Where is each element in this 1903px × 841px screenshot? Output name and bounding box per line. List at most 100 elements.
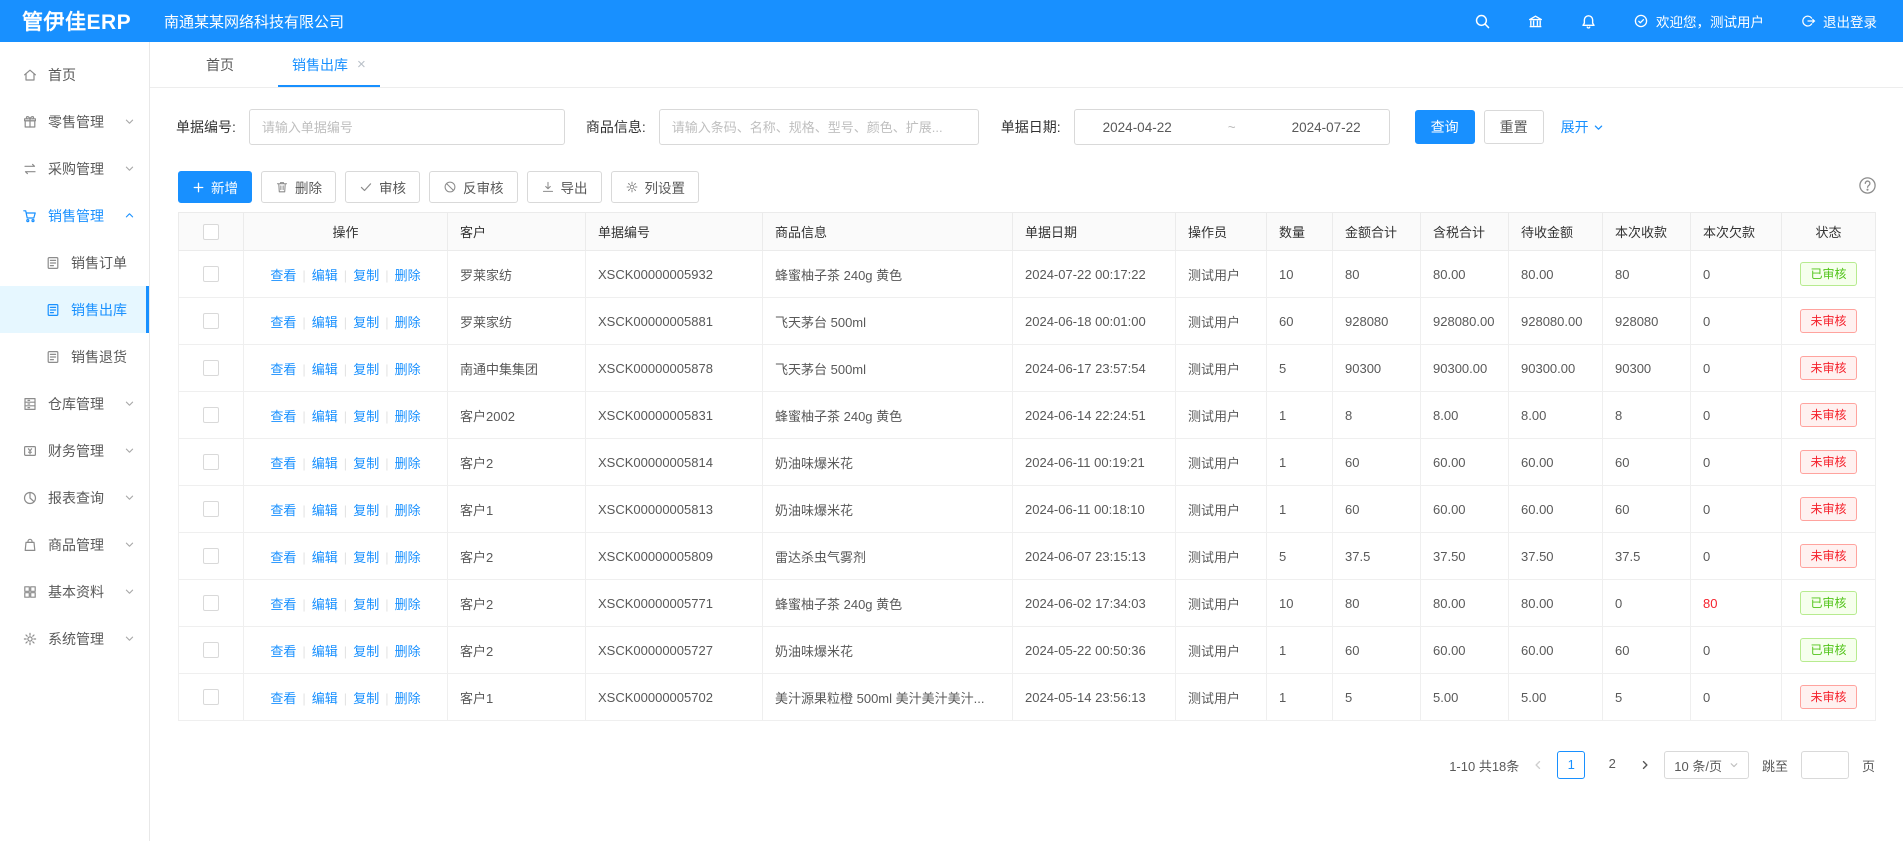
page-size-select[interactable]: 10 条/页: [1664, 751, 1749, 779]
action-view-link[interactable]: 查看: [270, 315, 296, 330]
action-delete-link[interactable]: 删除: [395, 644, 421, 659]
date-range-input[interactable]: 2024-04-22 ~ 2024-07-22: [1074, 109, 1390, 145]
action-delete-link[interactable]: 删除: [395, 456, 421, 471]
reset-button[interactable]: 重置: [1484, 110, 1544, 144]
action-copy-link[interactable]: 复制: [353, 268, 379, 283]
page-button-1[interactable]: 1: [1557, 751, 1585, 779]
jump-page-input[interactable]: [1801, 751, 1849, 779]
row-checkbox[interactable]: [203, 595, 219, 611]
action-view-link[interactable]: 查看: [270, 362, 296, 377]
row-checkbox[interactable]: [203, 266, 219, 282]
row-checkbox[interactable]: [203, 407, 219, 423]
next-page-icon[interactable]: [1639, 759, 1651, 771]
sidebar-item-finance[interactable]: 财务管理: [0, 427, 149, 474]
action-view-link[interactable]: 查看: [270, 597, 296, 612]
status-badge: 已审核: [1800, 262, 1856, 287]
bell-icon[interactable]: [1580, 13, 1597, 30]
sidebar-item-goods[interactable]: 商品管理: [0, 521, 149, 568]
expand-link[interactable]: 展开: [1561, 117, 1604, 137]
row-checkbox[interactable]: [203, 501, 219, 517]
tab-sales-outbound[interactable]: 销售出库 ×: [292, 42, 366, 87]
sidebar-item-basic[interactable]: 基本资料: [0, 568, 149, 615]
action-delete-link[interactable]: 删除: [395, 268, 421, 283]
sidebar-item-home[interactable]: 首页: [0, 51, 149, 98]
delete-button[interactable]: 删除: [261, 171, 336, 203]
action-delete-link[interactable]: 删除: [395, 597, 421, 612]
sidebar-item-sales-order[interactable]: 销售订单: [0, 239, 149, 286]
action-copy-link[interactable]: 复制: [353, 503, 379, 518]
action-copy-link[interactable]: 复制: [353, 691, 379, 706]
action-copy-link[interactable]: 复制: [353, 315, 379, 330]
search-icon[interactable]: [1474, 13, 1491, 30]
row-checkbox[interactable]: [203, 642, 219, 658]
row-checkbox[interactable]: [203, 689, 219, 705]
row-checkbox[interactable]: [203, 454, 219, 470]
close-icon[interactable]: ×: [357, 57, 366, 72]
row-checkbox[interactable]: [203, 548, 219, 564]
action-copy-link[interactable]: 复制: [353, 362, 379, 377]
sidebar-item-sales-return[interactable]: 销售退货: [0, 333, 149, 380]
search-button[interactable]: 查询: [1415, 110, 1475, 144]
status-badge: 未审核: [1800, 497, 1856, 522]
welcome-user[interactable]: 欢迎您，测试用户: [1633, 11, 1764, 31]
action-edit-link[interactable]: 编辑: [312, 550, 338, 565]
home-icon: [22, 67, 38, 83]
action-view-link[interactable]: 查看: [270, 691, 296, 706]
action-edit-link[interactable]: 编辑: [312, 691, 338, 706]
select-all-checkbox[interactable]: [203, 224, 219, 240]
action-edit-link[interactable]: 编辑: [312, 503, 338, 518]
add-button[interactable]: 新增: [178, 171, 252, 203]
sidebar-item-sales-outbound[interactable]: 销售出库: [0, 286, 149, 333]
action-delete-link[interactable]: 删除: [395, 691, 421, 706]
action-copy-link[interactable]: 复制: [353, 597, 379, 612]
sidebar-item-warehouse[interactable]: 仓库管理: [0, 380, 149, 427]
action-view-link[interactable]: 查看: [270, 550, 296, 565]
audit-button[interactable]: 审核: [345, 171, 420, 203]
action-delete-link[interactable]: 删除: [395, 362, 421, 377]
action-edit-link[interactable]: 编辑: [312, 597, 338, 612]
action-edit-link[interactable]: 编辑: [312, 315, 338, 330]
doc-no-input[interactable]: [249, 109, 565, 145]
action-edit-link[interactable]: 编辑: [312, 268, 338, 283]
action-view-link[interactable]: 查看: [270, 644, 296, 659]
date-from[interactable]: 2024-04-22: [1103, 120, 1172, 135]
action-copy-link[interactable]: 复制: [353, 456, 379, 471]
action-edit-link[interactable]: 编辑: [312, 362, 338, 377]
action-view-link[interactable]: 查看: [270, 456, 296, 471]
action-edit-link[interactable]: 编辑: [312, 644, 338, 659]
help-icon[interactable]: [1858, 176, 1877, 195]
cell-received: 60: [1603, 627, 1691, 674]
action-view-link[interactable]: 查看: [270, 268, 296, 283]
export-button[interactable]: 导出: [527, 171, 602, 203]
unaudit-button[interactable]: 反审核: [429, 171, 518, 203]
action-delete-link[interactable]: 删除: [395, 315, 421, 330]
action-copy-link[interactable]: 复制: [353, 409, 379, 424]
bank-icon[interactable]: [1527, 13, 1544, 30]
action-delete-link[interactable]: 删除: [395, 409, 421, 424]
sidebar-item-label: 零售管理: [48, 112, 124, 132]
action-view-link[interactable]: 查看: [270, 409, 296, 424]
action-edit-link[interactable]: 编辑: [312, 456, 338, 471]
date-to[interactable]: 2024-07-22: [1292, 120, 1361, 135]
action-copy-link[interactable]: 复制: [353, 644, 379, 659]
product-info-input[interactable]: [659, 109, 979, 145]
action-copy-link[interactable]: 复制: [353, 550, 379, 565]
column-settings-button[interactable]: 列设置: [611, 171, 700, 203]
page-button-2[interactable]: 2: [1598, 751, 1626, 779]
sidebar-item-system[interactable]: 系统管理: [0, 615, 149, 662]
tab-home[interactable]: 首页: [206, 42, 234, 87]
sidebar-item-report[interactable]: 报表查询: [0, 474, 149, 521]
logout-button[interactable]: 退出登录: [1800, 11, 1877, 31]
action-view-link[interactable]: 查看: [270, 503, 296, 518]
row-checkbox[interactable]: [203, 313, 219, 329]
action-delete-link[interactable]: 删除: [395, 503, 421, 518]
app-logo[interactable]: 管伊佳ERP: [0, 6, 150, 36]
prev-page-icon[interactable]: [1532, 759, 1544, 771]
sidebar-item-purchase[interactable]: 采购管理: [0, 145, 149, 192]
row-checkbox[interactable]: [203, 360, 219, 376]
sidebar-item-retail[interactable]: 零售管理: [0, 98, 149, 145]
sidebar-item-sales[interactable]: 销售管理: [0, 192, 149, 239]
action-edit-link[interactable]: 编辑: [312, 409, 338, 424]
plus-icon: [192, 181, 205, 194]
action-delete-link[interactable]: 删除: [395, 550, 421, 565]
